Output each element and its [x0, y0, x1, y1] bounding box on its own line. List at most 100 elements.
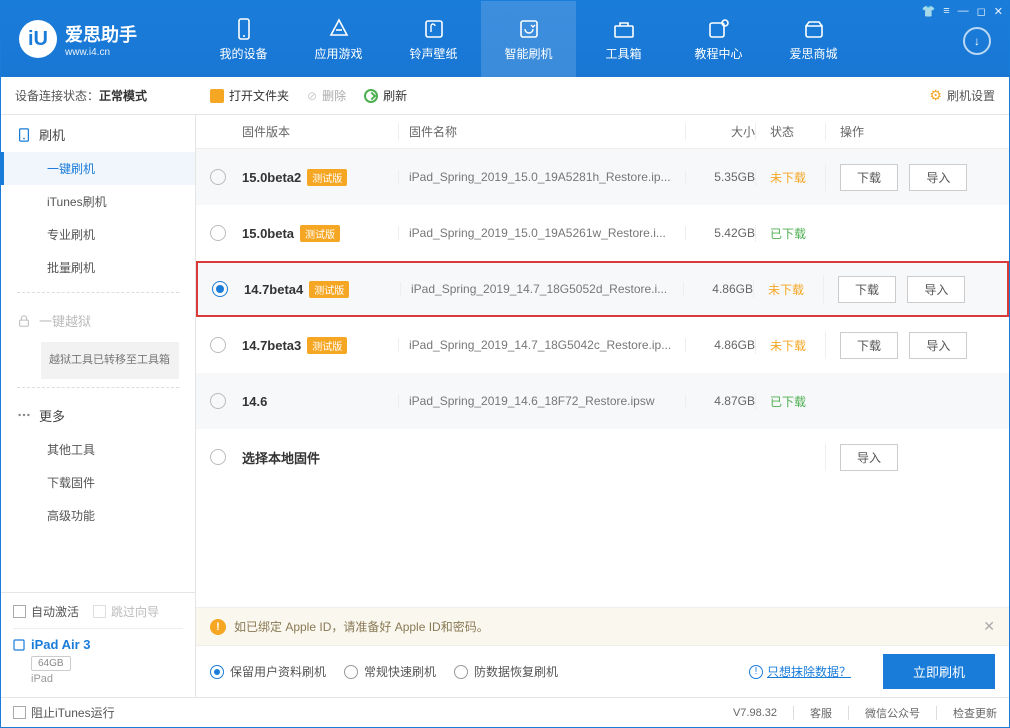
import-button[interactable]: 导入: [840, 444, 898, 471]
import-button[interactable]: 导入: [907, 276, 965, 303]
sidebar-item[interactable]: 下载固件: [1, 466, 195, 499]
auto-activate-checkbox[interactable]: 自动激活: [13, 603, 79, 620]
notice-text: 如已绑定 Apple ID，请准备好 Apple ID和密码。: [234, 618, 489, 635]
nav-item[interactable]: 我的设备: [196, 1, 291, 77]
info-icon: !: [749, 665, 763, 679]
firmware-size: 5.35GB: [685, 170, 755, 184]
import-button[interactable]: 导入: [909, 332, 967, 359]
wechat-link[interactable]: 微信公众号: [865, 705, 920, 721]
tshirt-icon[interactable]: 👕: [922, 5, 936, 18]
open-folder-button[interactable]: 打开文件夹: [210, 87, 289, 104]
download-button[interactable]: 下载: [840, 332, 898, 359]
sidebar-item[interactable]: 专业刷机: [1, 218, 195, 251]
nav-icon: [232, 17, 256, 41]
radio-icon: [344, 665, 358, 679]
flash-option[interactable]: 保留用户资料刷机: [210, 663, 326, 680]
sidebar-item[interactable]: iTunes刷机: [1, 185, 195, 218]
more-icon: [17, 408, 31, 422]
firmware-size: 4.87GB: [685, 394, 755, 408]
support-link[interactable]: 客服: [810, 705, 832, 721]
nav-icon: [802, 17, 826, 41]
beta-badge: 测试版: [300, 225, 340, 242]
sidebar-item[interactable]: 其他工具: [1, 433, 195, 466]
main-panel: 固件版本 固件名称 大小 状态 操作 15.0beta2测试版 iPad_Spr…: [196, 115, 1009, 697]
firmware-row[interactable]: 15.0beta测试版 iPad_Spring_2019_15.0_19A526…: [196, 205, 1009, 261]
app-url: www.i4.cn: [65, 47, 137, 58]
nav-item[interactable]: 铃声壁纸: [386, 1, 481, 77]
jailbreak-note: 越狱工具已转移至工具箱: [41, 342, 179, 379]
nav-item[interactable]: 教程中心: [671, 1, 766, 77]
sidebar-section-more[interactable]: 更多: [1, 396, 195, 433]
refresh-button[interactable]: 刷新: [364, 87, 407, 104]
col-size: 大小: [685, 123, 755, 140]
firmware-row[interactable]: 15.0beta2测试版 iPad_Spring_2019_15.0_19A52…: [196, 149, 1009, 205]
delete-icon: ⊘: [307, 89, 317, 103]
col-version: 固件版本: [238, 123, 398, 140]
beta-badge: 测试版: [307, 337, 347, 354]
gear-icon: ⚙: [929, 87, 942, 104]
beta-badge: 测试版: [307, 169, 347, 186]
flash-now-button[interactable]: 立即刷机: [883, 654, 995, 689]
device-type: iPad: [13, 673, 183, 685]
device-capacity: 64GB: [31, 656, 71, 671]
row-radio[interactable]: [210, 169, 226, 185]
menu-icon[interactable]: ≡: [943, 5, 949, 18]
skip-guide-checkbox[interactable]: 跳过向导: [93, 603, 159, 620]
flash-icon: [17, 128, 31, 142]
firmware-status: 已下载: [755, 393, 825, 410]
close-icon[interactable]: ✕: [994, 5, 1003, 18]
import-button[interactable]: 导入: [909, 164, 967, 191]
minimize-icon[interactable]: —: [958, 5, 969, 18]
sidebar-bottom: 自动激活 跳过向导 iPad Air 3 64GB iPad: [1, 592, 195, 697]
row-radio[interactable]: [210, 393, 226, 409]
sidebar-section-flash[interactable]: 刷机: [1, 115, 195, 152]
firmware-status: 未下载: [753, 281, 823, 298]
download-indicator-icon[interactable]: ↓: [963, 27, 991, 55]
col-name: 固件名称: [398, 123, 685, 140]
nav-item[interactable]: 爱思商城: [766, 1, 861, 77]
device-name[interactable]: iPad Air 3: [13, 637, 183, 652]
nav-item[interactable]: 应用游戏: [291, 1, 386, 77]
download-button[interactable]: 下载: [840, 164, 898, 191]
lock-icon: [17, 314, 31, 328]
firmware-name: iPad_Spring_2019_15.0_19A5281h_Restore.i…: [398, 170, 685, 184]
erase-link[interactable]: ! 只想抹除数据？: [749, 663, 851, 680]
firmware-row[interactable]: 14.6 iPad_Spring_2019_14.6_18F72_Restore…: [196, 373, 1009, 429]
row-radio[interactable]: [210, 337, 226, 353]
check-update-link[interactable]: 检查更新: [953, 705, 997, 721]
maximize-icon[interactable]: ◻: [977, 5, 986, 18]
row-radio[interactable]: [210, 225, 226, 241]
flash-option[interactable]: 防数据恢复刷机: [454, 663, 558, 680]
firmware-row[interactable]: 14.7beta3测试版 iPad_Spring_2019_14.7_18G50…: [196, 317, 1009, 373]
notice-close-icon[interactable]: ✕: [983, 618, 995, 635]
nav-item[interactable]: 智能刷机: [481, 1, 576, 77]
delete-button: ⊘ 删除: [307, 87, 346, 104]
flash-option[interactable]: 常规快速刷机: [344, 663, 436, 680]
sidebar-item[interactable]: 高级功能: [1, 499, 195, 532]
col-action: 操作: [825, 123, 995, 140]
app-name: 爱思助手: [65, 21, 137, 47]
main-nav: 我的设备应用游戏铃声壁纸智能刷机工具箱教程中心爱思商城: [196, 1, 1009, 77]
folder-icon: [210, 89, 224, 103]
radio-icon: [454, 665, 468, 679]
version-label: V7.98.32: [733, 707, 777, 719]
table-header: 固件版本 固件名称 大小 状态 操作: [196, 115, 1009, 149]
window-controls: 👕 ≡ — ◻ ✕: [922, 5, 1003, 18]
radio-icon: [210, 665, 224, 679]
block-itunes-checkbox[interactable]: 阻止iTunes运行: [13, 704, 115, 721]
beta-badge: 测试版: [309, 281, 349, 298]
firmware-size: 4.86GB: [685, 338, 755, 352]
firmware-status: 未下载: [755, 169, 825, 186]
row-radio[interactable]: [212, 281, 228, 297]
firmware-status: 未下载: [755, 337, 825, 354]
toolbar: 打开文件夹 ⊘ 删除 刷新 ⚙ 刷机设置: [196, 87, 1009, 104]
download-button[interactable]: 下载: [838, 276, 896, 303]
nav-item[interactable]: 工具箱: [576, 1, 671, 77]
firmware-row[interactable]: 14.7beta4测试版 iPad_Spring_2019_14.7_18G50…: [196, 261, 1009, 317]
flash-settings-button[interactable]: ⚙ 刷机设置: [929, 87, 995, 104]
firmware-size: 5.42GB: [685, 226, 755, 240]
row-radio[interactable]: [210, 449, 226, 465]
local-firmware-row[interactable]: 选择本地固件 导入: [196, 429, 1009, 485]
sidebar-item[interactable]: 批量刷机: [1, 251, 195, 284]
sidebar-item[interactable]: 一键刷机: [1, 152, 195, 185]
